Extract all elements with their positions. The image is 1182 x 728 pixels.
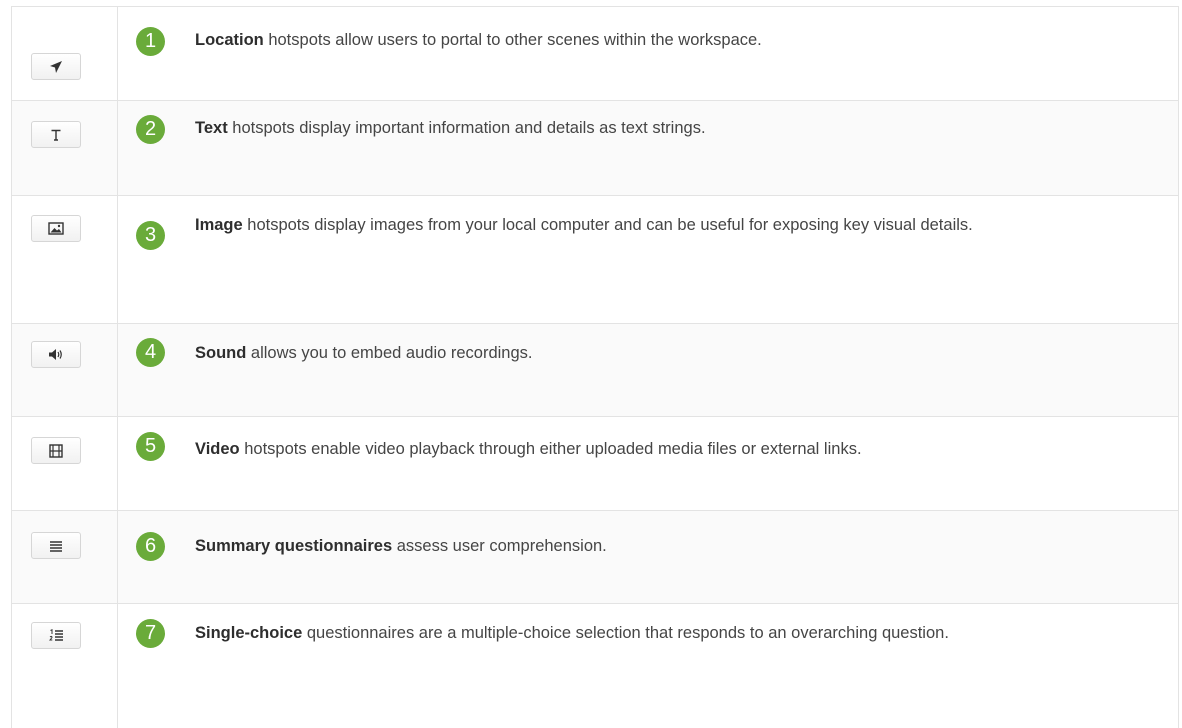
step-number-badge: 2 [136,115,165,144]
single-choice-questionnaire-button[interactable] [31,622,81,649]
row-title: Single-choice [195,624,303,642]
row-title: Summary questionnaires [195,537,393,555]
row-text: assess user comprehension. [392,537,607,555]
text-hotspot-button[interactable] [31,121,81,148]
row-description: Image hotspots display images from your … [195,211,1115,240]
volume-icon [49,349,62,360]
step-number-badge: 7 [136,619,165,648]
row-text: hotspots display important information a… [227,119,706,137]
column-divider [117,6,118,728]
row-title: Location [195,31,264,49]
location-hotspot-button[interactable] [31,53,81,80]
row-text: hotspots allow users to portal to other … [263,31,762,49]
list-icon [50,540,62,552]
location-arrow-icon [50,60,62,73]
row-text: allows you to embed audio recordings. [246,344,533,362]
ordered-list-icon [48,629,63,641]
sound-hotspot-button[interactable] [31,341,81,368]
row-text: hotspots display images from your local … [242,216,973,234]
row-text: questionnaires are a multiple-choice sel… [302,624,949,642]
table-row: 5 Video hotspots enable video playback t… [12,417,1178,511]
row-description: Text hotspots display important informat… [195,114,1115,143]
row-title: Text [195,119,228,137]
row-description: Location hotspots allow users to portal … [195,26,1115,55]
image-hotspot-button[interactable] [31,215,81,242]
step-number-badge: 6 [136,532,165,561]
row-description: Video hotspots enable video playback thr… [195,435,1115,464]
table-row: 3 Image hotspots display images from you… [12,196,1178,324]
step-number-badge: 3 [136,221,165,250]
table-row: 2 Text hotspots display important inform… [12,101,1178,196]
step-number-badge: 1 [136,27,165,56]
row-text: hotspots enable video playback through e… [239,440,862,458]
film-icon [49,443,63,458]
row-description: Summary questionnaires assess user compr… [195,532,1115,561]
row-description: Sound allows you to embed audio recordin… [195,339,1115,368]
step-number-badge: 5 [136,432,165,461]
row-description: Single-choice questionnaires are a multi… [195,619,1115,648]
row-title: Sound [195,344,247,362]
video-hotspot-button[interactable] [31,437,81,464]
table-row: 6 Summary questionnaires assess user com… [12,511,1178,604]
text-icon [51,129,61,141]
image-icon [48,222,64,235]
row-title: Image [195,216,243,234]
summary-questionnaire-button[interactable] [31,532,81,559]
table-row: 7 Single-choice questionnaires are a mul… [12,604,1178,728]
table-row: 4 Sound allows you to embed audio record… [12,324,1178,417]
step-number-badge: 4 [136,338,165,367]
row-title: Video [195,440,240,458]
table-row: 1 Location hotspots allow users to porta… [12,7,1178,101]
